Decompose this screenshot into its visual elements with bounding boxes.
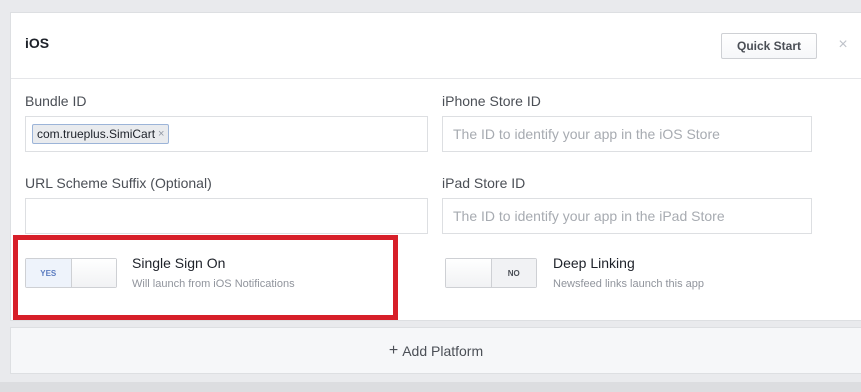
panel-header: iOS Quick Start × — [11, 13, 861, 79]
platform-title: iOS — [25, 35, 50, 51]
token-remove-icon[interactable]: × — [158, 128, 164, 140]
toggle-knob — [446, 259, 491, 287]
bundle-id-field[interactable]: com.trueplus.SimiCart × — [25, 116, 428, 152]
ipad-store-id-label: iPad Store ID — [442, 175, 526, 191]
ipad-store-id-input[interactable] — [442, 198, 812, 234]
url-scheme-suffix-label: URL Scheme Suffix (Optional) — [25, 175, 212, 191]
iphone-store-id-label: iPhone Store ID — [442, 93, 541, 109]
quick-start-button[interactable]: Quick Start — [721, 33, 817, 59]
close-icon[interactable]: × — [835, 35, 851, 55]
highlight-box — [13, 235, 398, 320]
toggle-no-label: NO — [490, 259, 536, 287]
bottom-divider — [0, 382, 861, 392]
deep-linking-toggle[interactable]: NO — [445, 258, 537, 288]
add-platform-label: Add Platform — [402, 342, 484, 359]
iphone-store-id-input[interactable] — [442, 116, 812, 152]
deep-linking-description: Newsfeed links launch this app — [553, 278, 705, 290]
plus-icon: + — [388, 341, 399, 359]
url-scheme-suffix-input[interactable] — [25, 198, 428, 234]
deep-linking-title: Deep Linking — [553, 255, 635, 271]
bundle-id-label: Bundle ID — [25, 93, 87, 109]
bundle-id-token-text: com.trueplus.SimiCart — [37, 127, 156, 141]
bundle-id-token: com.trueplus.SimiCart × — [32, 124, 170, 144]
add-platform-button[interactable]: + Add Platform — [10, 327, 861, 374]
